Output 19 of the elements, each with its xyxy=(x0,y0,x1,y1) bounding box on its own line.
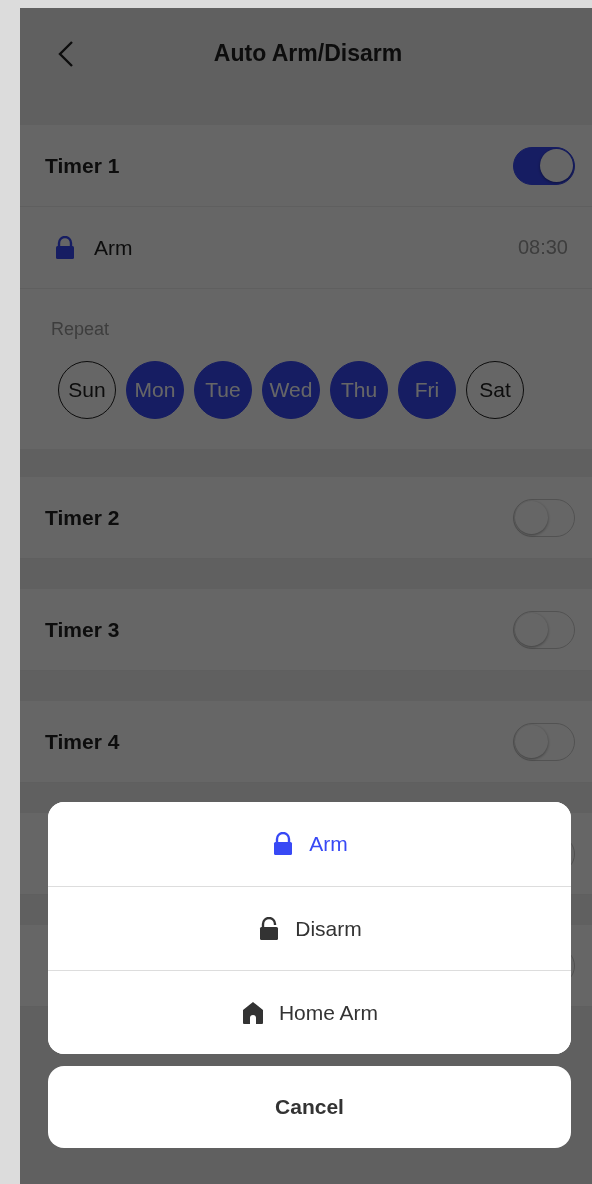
day-button[interactable]: Fri xyxy=(398,361,456,419)
sheet-option[interactable]: Home Arm xyxy=(48,970,571,1054)
toggle-switch[interactable] xyxy=(513,146,575,185)
day-button[interactable]: Sat xyxy=(466,361,524,419)
house-icon xyxy=(240,1000,265,1025)
mode-label: Arm xyxy=(94,235,133,260)
timer-title: Timer 4 xyxy=(45,729,120,754)
lock-icon xyxy=(53,235,77,260)
day-button[interactable]: Thu xyxy=(330,361,388,419)
day-button[interactable]: Tue xyxy=(194,361,252,419)
timer-title: Timer 2 xyxy=(45,505,120,530)
timer-title: Timer 3 xyxy=(45,617,120,642)
day-button[interactable]: Sun xyxy=(58,361,116,419)
day-button[interactable]: Mon xyxy=(126,361,184,419)
cancel-button[interactable]: Cancel xyxy=(48,1066,571,1148)
back-icon xyxy=(58,40,74,68)
timer-title: Timer 1 xyxy=(45,153,120,178)
day-button[interactable]: Wed xyxy=(262,361,320,419)
screen-title: Auto Arm/Disarm xyxy=(212,40,403,67)
